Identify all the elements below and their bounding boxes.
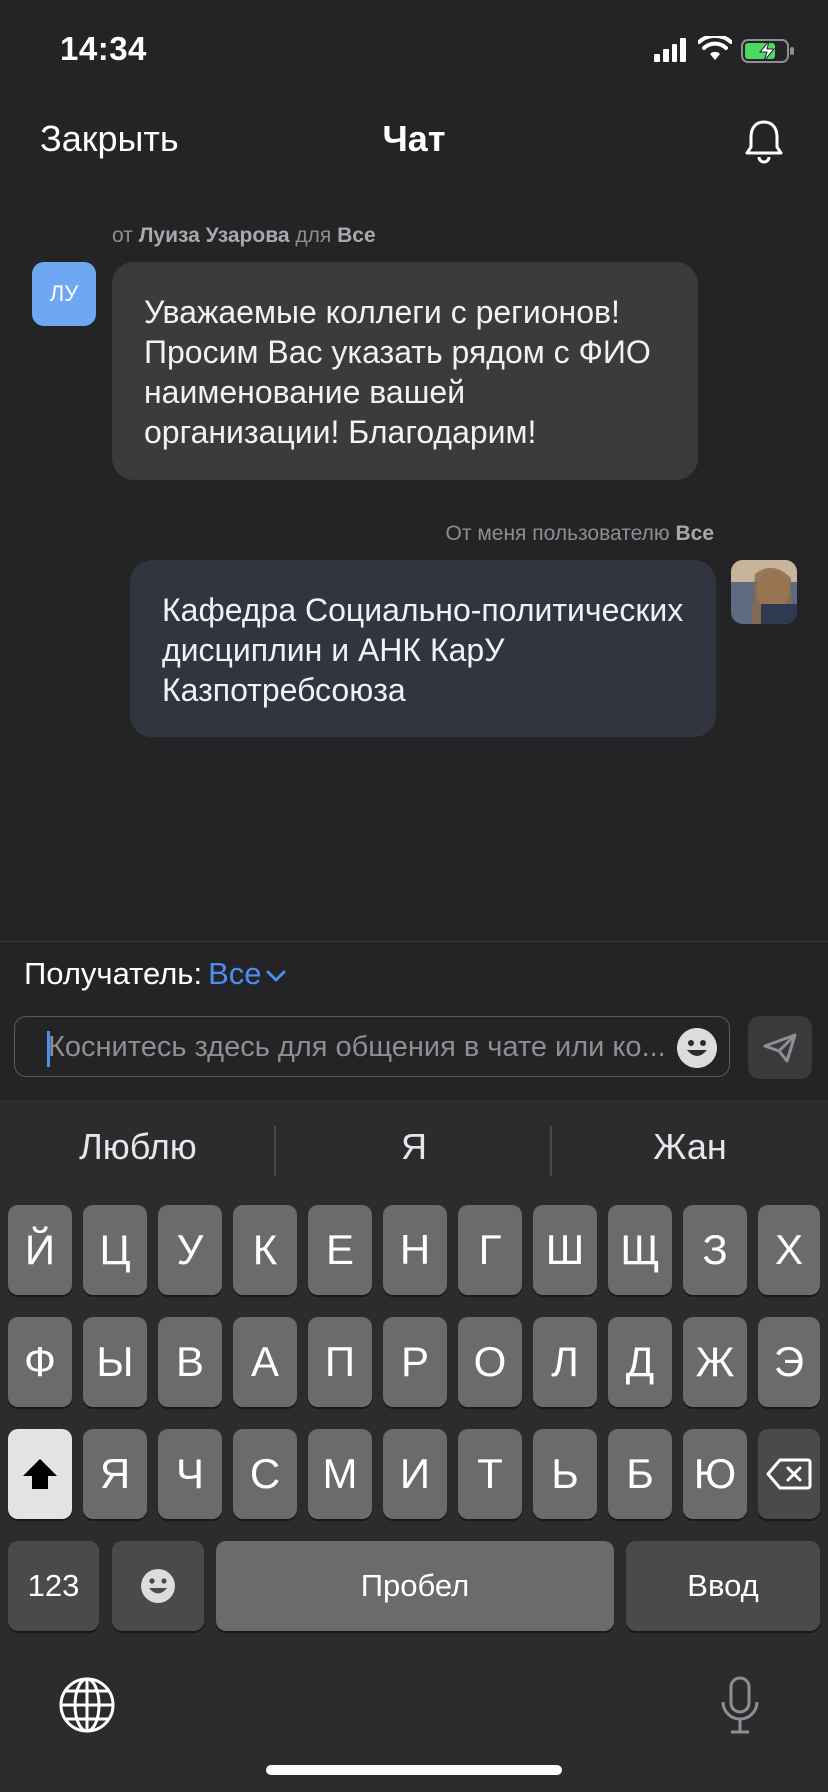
key-letter[interactable]: Ч <box>158 1429 222 1519</box>
return-key[interactable]: Ввод <box>626 1541 820 1631</box>
key-letter[interactable]: С <box>233 1429 297 1519</box>
recipient-value[interactable]: Все <box>208 956 261 991</box>
key-letter[interactable]: Ь <box>533 1429 597 1519</box>
divider <box>0 941 828 942</box>
key-letter[interactable]: Х <box>758 1205 820 1295</box>
key-letter[interactable]: Ф <box>8 1317 72 1407</box>
key-letter[interactable]: У <box>158 1205 222 1295</box>
emoji-icon[interactable] <box>677 1028 717 1068</box>
chat-input-box[interactable] <box>14 1016 730 1077</box>
message-meta: от Луиза Узарова для Все <box>112 224 376 248</box>
key-letter[interactable]: Э <box>758 1317 820 1407</box>
key-letter[interactable]: А <box>233 1317 297 1407</box>
recipient-label: Получатель: <box>24 956 203 991</box>
suggestion-item[interactable]: Люблю <box>0 1126 276 1168</box>
chevron-down-icon[interactable] <box>265 965 287 987</box>
key-letter[interactable]: Б <box>608 1429 672 1519</box>
key-letter[interactable]: Е <box>308 1205 372 1295</box>
key-letter[interactable]: К <box>233 1205 297 1295</box>
meta-to: для <box>295 224 332 247</box>
send-icon <box>763 1033 797 1062</box>
bell-icon[interactable] <box>742 118 786 164</box>
status-time: 14:34 <box>60 30 147 67</box>
shift-icon <box>23 1459 57 1489</box>
suggestion-item[interactable]: Жан <box>552 1126 828 1168</box>
backspace-icon <box>766 1458 812 1490</box>
meta-recipient: Все <box>675 522 714 545</box>
key-letter[interactable]: Л <box>533 1317 597 1407</box>
space-key[interactable]: Пробел <box>216 1541 614 1631</box>
numbers-key[interactable]: 123 <box>8 1541 99 1631</box>
send-button[interactable] <box>748 1016 812 1079</box>
nav-bar: Закрыть Чат <box>0 100 828 180</box>
avatar: ЛУ <box>32 262 96 326</box>
key-letter[interactable]: Ю <box>683 1429 747 1519</box>
backspace-key[interactable] <box>758 1429 820 1519</box>
microphone-icon[interactable] <box>718 1676 762 1736</box>
close-button[interactable]: Закрыть <box>40 118 179 160</box>
key-letter[interactable]: Я <box>83 1429 147 1519</box>
chat-input[interactable] <box>48 1025 666 1069</box>
avatar <box>731 560 797 624</box>
key-letter[interactable]: Р <box>383 1317 447 1407</box>
emoji-icon <box>141 1569 175 1603</box>
home-indicator[interactable] <box>266 1765 562 1775</box>
key-letter[interactable]: Й <box>8 1205 72 1295</box>
globe-icon[interactable] <box>58 1676 116 1734</box>
key-letter[interactable]: Ш <box>533 1205 597 1295</box>
meta-prefix: от <box>112 224 133 247</box>
emoji-key[interactable] <box>112 1541 204 1631</box>
key-letter[interactable]: В <box>158 1317 222 1407</box>
user-photo-icon <box>731 560 797 624</box>
key-letter[interactable]: И <box>383 1429 447 1519</box>
key-letter[interactable]: Щ <box>608 1205 672 1295</box>
key-letter[interactable]: Д <box>608 1317 672 1407</box>
key-letter[interactable]: Ж <box>683 1317 747 1407</box>
shift-key[interactable] <box>8 1429 72 1519</box>
cellular-signal-icon <box>654 38 686 62</box>
suggestion-bar: Люблю Я Жан <box>0 1100 828 1204</box>
suggestion-item[interactable]: Я <box>276 1126 552 1168</box>
status-bar: 14:34 <box>0 0 828 100</box>
key-letter[interactable]: М <box>308 1429 372 1519</box>
battery-charging-icon <box>741 39 794 63</box>
key-letter[interactable]: Т <box>458 1429 522 1519</box>
key-letter[interactable]: О <box>458 1317 522 1407</box>
meta-prefix: От меня пользователю <box>445 522 670 545</box>
recipient-selector[interactable]: Получатель: Все <box>24 956 287 992</box>
key-letter[interactable]: П <box>308 1317 372 1407</box>
meta-recipient: Все <box>337 224 376 247</box>
key-letter[interactable]: Ц <box>83 1205 147 1295</box>
key-letter[interactable]: Ы <box>83 1317 147 1407</box>
message-meta: От меня пользователю Все <box>446 522 714 546</box>
wifi-icon <box>698 36 732 60</box>
key-letter[interactable]: Г <box>458 1205 522 1295</box>
meta-sender: Луиза Узарова <box>138 224 290 247</box>
message-bubble-outgoing[interactable]: Кафедра Социально-политических дисциплин… <box>130 560 716 737</box>
message-bubble-incoming[interactable]: Уважаемые коллеги с регионов! Просим Вас… <box>112 262 698 480</box>
key-letter[interactable]: З <box>683 1205 747 1295</box>
key-letter[interactable]: Н <box>383 1205 447 1295</box>
